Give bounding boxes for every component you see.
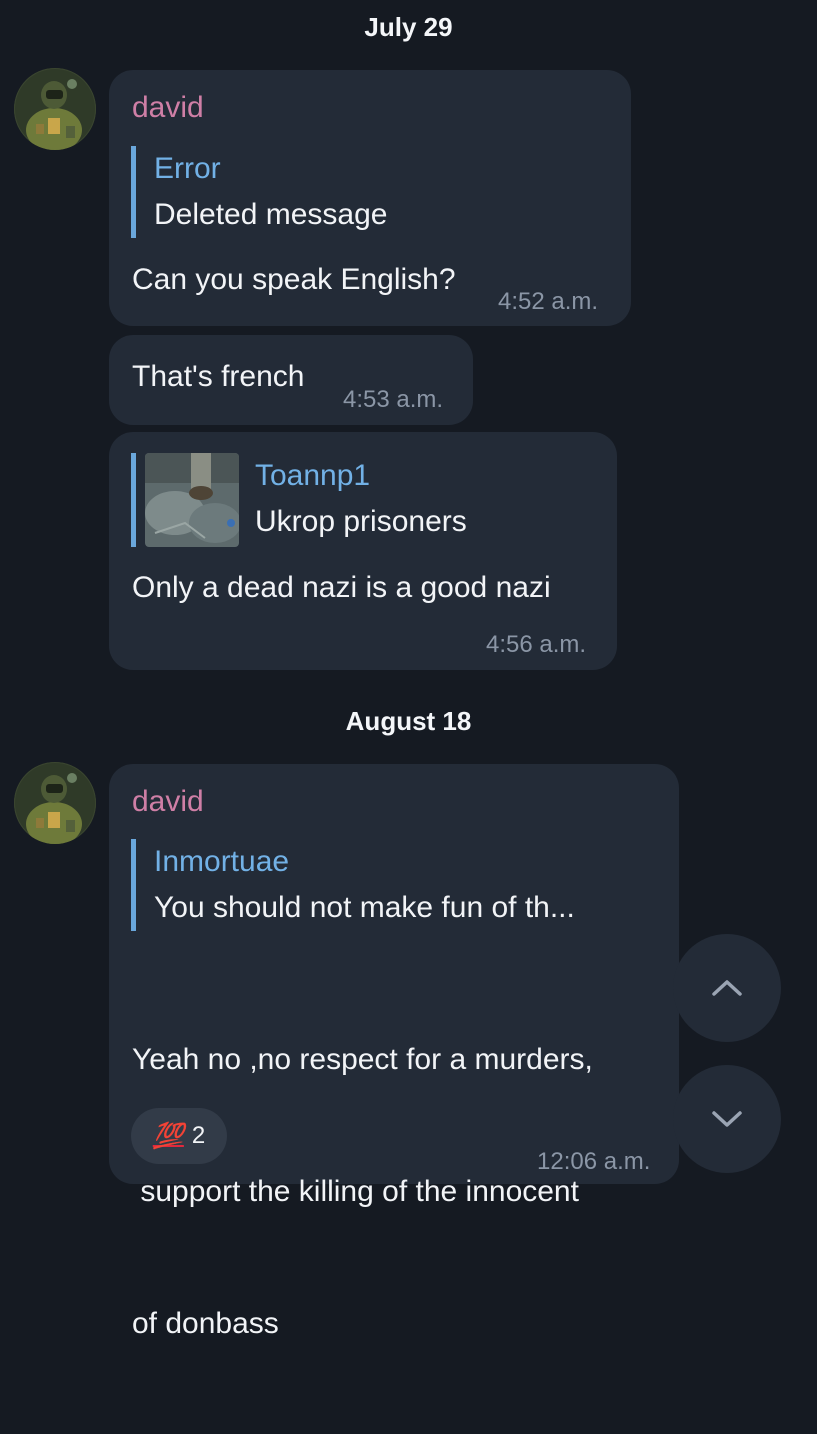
- message-bubble[interactable]: david Error Deleted message Can you spea…: [109, 70, 631, 326]
- reply-author: Toannp1: [255, 459, 371, 492]
- reply-text: Deleted message: [154, 198, 388, 231]
- scroll-down-button[interactable]: [673, 1065, 781, 1173]
- message-time: 4:52 a.m.: [498, 288, 599, 315]
- message-text-line: support the killing of the innocent: [132, 1175, 579, 1208]
- reaction-count: 2: [191, 1122, 206, 1149]
- soldier-avatar-image: [14, 68, 96, 150]
- hundred-points-emoji: 💯: [152, 1121, 184, 1150]
- message-text: Can you speak English?: [132, 263, 456, 296]
- reply-accent-bar: [131, 453, 136, 547]
- message-time: 4:53 a.m.: [343, 386, 444, 413]
- soldier-avatar-image: [14, 762, 96, 844]
- reply-author: Error: [154, 152, 221, 185]
- reply-text: You should not make fun of th...: [154, 891, 575, 924]
- message-text: Only a dead nazi is a good nazi: [132, 571, 551, 604]
- avatar[interactable]: [14, 68, 96, 150]
- sender-name[interactable]: david: [132, 785, 204, 819]
- reply-quote[interactable]: Error Deleted message: [131, 146, 387, 238]
- chevron-down-icon: [712, 1111, 742, 1127]
- avatar[interactable]: [14, 762, 96, 844]
- reply-author: Inmortuae: [154, 845, 290, 878]
- photo-thumbnail-image: [145, 453, 239, 547]
- sender-name[interactable]: david: [132, 91, 204, 125]
- reaction-chip[interactable]: 💯 2: [131, 1108, 227, 1164]
- chevron-up-icon: [712, 980, 742, 996]
- message-text-line: of donbass: [132, 1307, 279, 1340]
- message-time: 12:06 a.m.: [537, 1148, 651, 1175]
- message-bubble[interactable]: david Inmortuae You should not make fun …: [109, 764, 679, 1340]
- reply-thumbnail[interactable]: [145, 453, 239, 547]
- message-text: That's french: [132, 360, 305, 393]
- message-bubble[interactable]: Toannp1 Ukrop prisoners Only a dead nazi…: [109, 432, 617, 670]
- reply-text: Ukrop prisoners: [255, 505, 467, 538]
- message-text-line: Yeah no ,no respect for a murders,: [132, 1043, 593, 1076]
- reply-quote[interactable]: Toannp1 Ukrop prisoners: [255, 453, 467, 545]
- scroll-up-button[interactable]: [673, 934, 781, 1042]
- message-time: 4:56 a.m.: [486, 631, 587, 658]
- date-separator: August 18: [345, 706, 472, 736]
- message-text: Yeah no ,no respect for a murders, suppo…: [132, 950, 593, 1434]
- reply-quote[interactable]: Inmortuae You should not make fun of th.…: [131, 839, 575, 931]
- date-separator: July 29: [364, 12, 453, 42]
- message-bubble[interactable]: That's french 4:53 a.m.: [109, 335, 473, 425]
